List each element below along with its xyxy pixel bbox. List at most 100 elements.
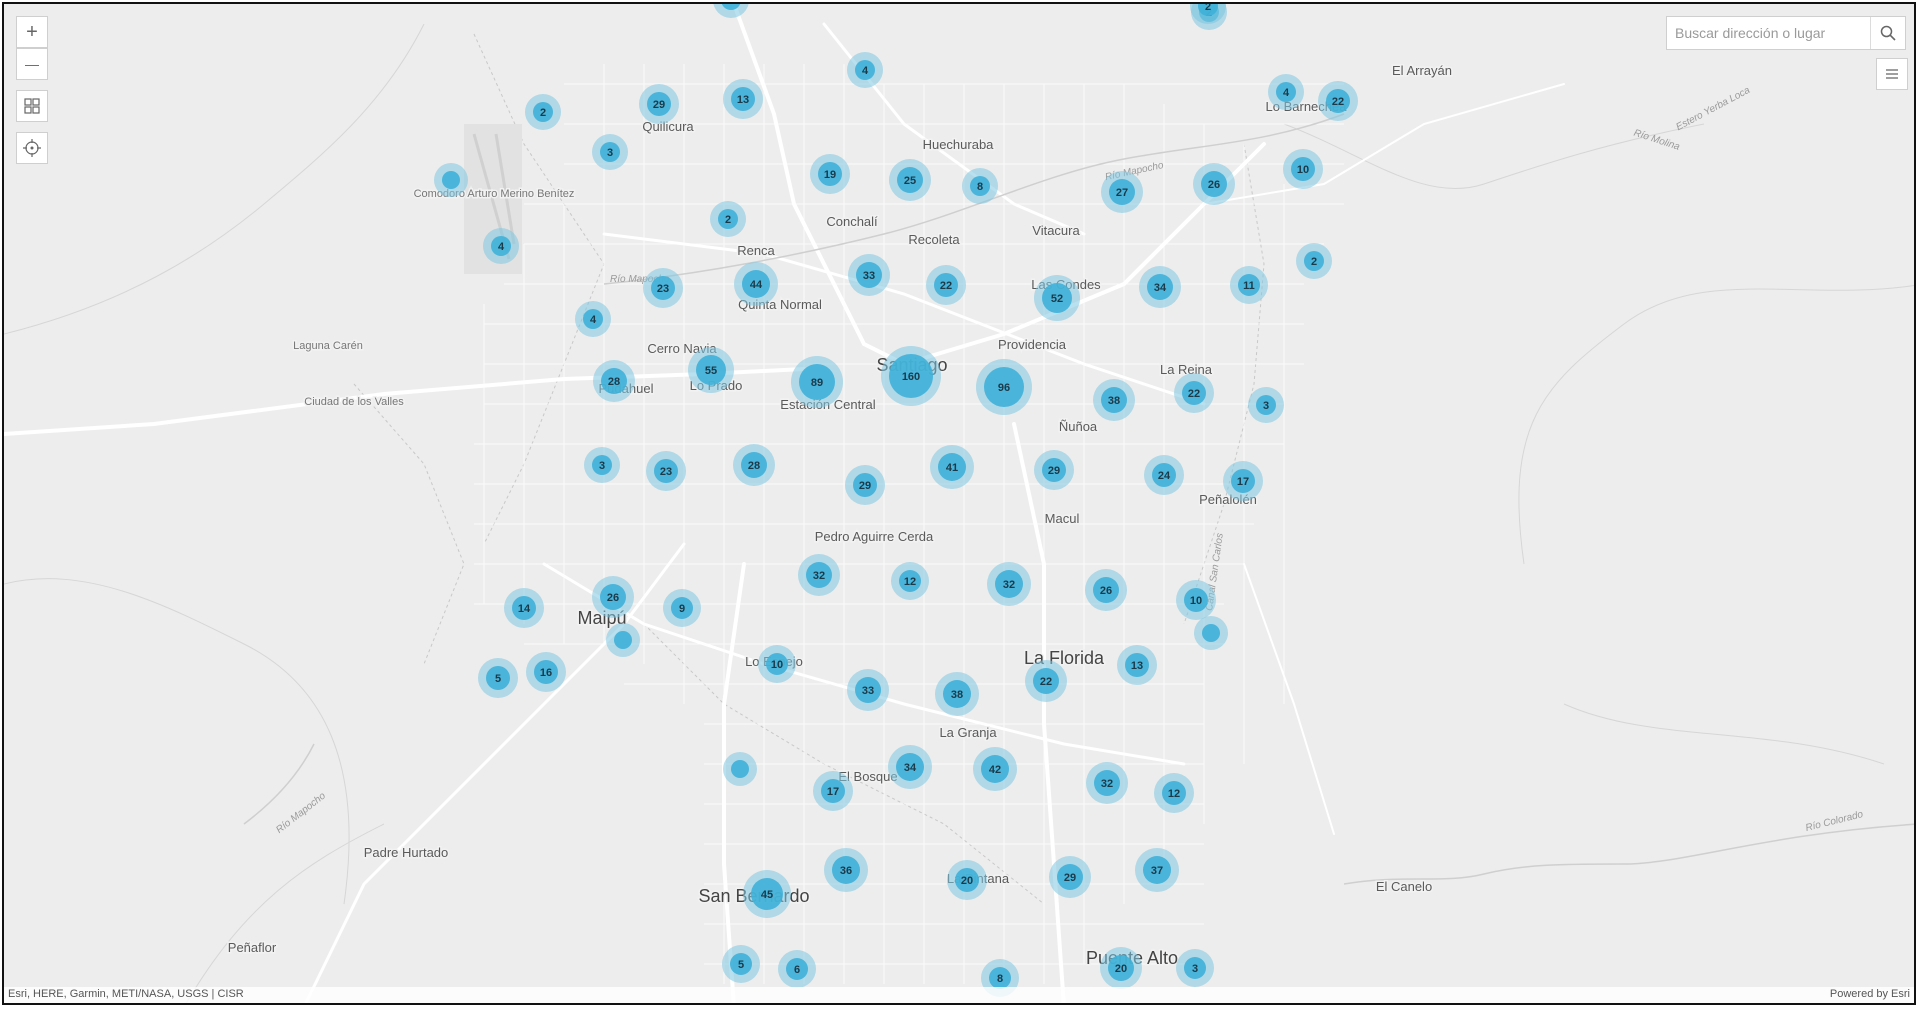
cluster-marker[interactable]: 32 <box>987 562 1031 606</box>
cluster-marker[interactable]: 11 <box>1230 266 1268 304</box>
cluster-marker[interactable]: 2 <box>1296 243 1332 279</box>
cluster-marker[interactable]: 34 <box>1139 266 1181 308</box>
cluster-marker[interactable]: 29 <box>639 84 679 124</box>
cluster-marker[interactable]: 9 <box>663 589 701 627</box>
cluster-marker[interactable]: 33 <box>847 669 889 711</box>
cluster-marker[interactable]: 22 <box>1025 660 1067 702</box>
cluster-marker[interactable]: 14 <box>504 588 544 628</box>
cluster-marker[interactable]: 3 <box>1248 387 1284 423</box>
cluster-count: 26 <box>607 592 619 604</box>
cluster-marker[interactable]: 22 <box>926 265 966 305</box>
cluster-marker[interactable]: 12 <box>1154 773 1194 813</box>
cluster-marker[interactable]: 25 <box>889 159 931 201</box>
cluster-marker[interactable]: 20 <box>1100 947 1142 989</box>
cluster-marker[interactable]: 27 <box>1101 171 1143 213</box>
cluster-marker[interactable]: 38 <box>935 672 979 716</box>
cluster-marker[interactable]: 32 <box>1086 762 1128 804</box>
cluster-marker[interactable]: 4 <box>575 301 611 337</box>
cluster-marker[interactable]: 29 <box>845 465 885 505</box>
cluster-marker[interactable]: 28 <box>593 360 635 402</box>
map-frame[interactable]: Santiago Quilicura Huechuraba Conchalí R… <box>2 2 1916 1005</box>
cluster-marker[interactable]: 17 <box>813 771 853 811</box>
cluster-count: 38 <box>1108 395 1120 407</box>
locate-button[interactable] <box>16 132 48 164</box>
cluster-marker[interactable]: 2 <box>710 201 746 237</box>
cluster-marker[interactable]: 44 <box>734 262 778 306</box>
cluster-marker[interactable]: 37 <box>1135 848 1179 892</box>
locate-icon <box>23 139 41 157</box>
cluster-marker[interactable]: 23 <box>646 451 686 491</box>
zoom-in-button[interactable]: + <box>16 16 48 48</box>
search-button[interactable] <box>1870 17 1905 49</box>
cluster-marker[interactable]: 4 <box>483 228 519 264</box>
cluster-marker[interactable]: 22 <box>1318 81 1358 121</box>
place-label: Pedro Aguirre Cerda <box>815 529 934 544</box>
cluster-marker[interactable]: 10 <box>758 645 796 683</box>
cluster-marker[interactable]: 4 <box>847 52 883 88</box>
cluster-marker[interactable]: 52 <box>1034 275 1080 321</box>
cluster-count: 5 <box>495 673 501 685</box>
cluster-marker[interactable]: 3 <box>592 134 628 170</box>
cluster-count: 6 <box>794 964 800 976</box>
cluster-marker[interactable]: 16 <box>526 652 566 692</box>
cluster-marker[interactable]: 23 <box>643 268 683 308</box>
cluster-marker[interactable]: 13 <box>723 79 763 119</box>
search-input[interactable] <box>1667 17 1870 49</box>
cluster-marker[interactable]: 41 <box>930 445 974 489</box>
cluster-marker[interactable]: 22 <box>1174 373 1214 413</box>
cluster-marker[interactable]: 17 <box>1223 461 1263 501</box>
cluster-marker[interactable]: 10 <box>1176 580 1216 620</box>
powered-by-text[interactable]: Powered by Esri <box>1830 988 1910 1000</box>
cluster-marker[interactable]: 10 <box>1283 149 1323 189</box>
cluster-marker[interactable]: 12 <box>891 562 929 600</box>
cluster-marker[interactable]: 34 <box>888 745 932 789</box>
cluster-marker[interactable]: 38 <box>1093 379 1135 421</box>
grid-icon <box>24 98 40 114</box>
cluster-marker[interactable]: 2 <box>525 94 561 130</box>
layer-list-button[interactable] <box>1876 58 1908 90</box>
zoom-out-button[interactable]: — <box>16 48 48 80</box>
cluster-marker[interactable]: 3 <box>1176 949 1214 987</box>
cluster-marker[interactable]: 29 <box>1034 450 1074 490</box>
cluster-marker[interactable]: 5 <box>478 658 518 698</box>
cluster-marker[interactable]: 4 <box>1268 74 1304 110</box>
cluster-count: 25 <box>904 175 916 187</box>
cluster-marker[interactable]: 26 <box>592 576 634 618</box>
cluster-marker[interactable]: 89 <box>791 356 843 408</box>
place-label: Peñaflor <box>228 940 277 955</box>
cluster-marker[interactable] <box>434 163 468 197</box>
cluster-marker[interactable]: 45 <box>743 870 791 918</box>
map-canvas[interactable]: Santiago Quilicura Huechuraba Conchalí R… <box>4 4 1916 1005</box>
cluster-marker[interactable]: 29 <box>1049 856 1091 898</box>
cluster-marker[interactable]: 5 <box>722 945 760 983</box>
cluster-marker[interactable]: 19 <box>810 154 850 194</box>
cluster-marker[interactable] <box>606 623 640 657</box>
cluster-marker[interactable]: 6 <box>778 950 816 988</box>
cluster-count: 3 <box>1263 400 1269 412</box>
cluster-marker[interactable]: 24 <box>1144 455 1184 495</box>
attribution-text[interactable]: Esri, HERE, Garmin, METI/NASA, USGS | CI… <box>8 988 244 1000</box>
cluster-marker[interactable]: 26 <box>1193 163 1235 205</box>
cluster-marker[interactable]: 42 <box>973 747 1017 791</box>
cluster-marker[interactable] <box>1194 616 1228 650</box>
basemap-gallery-button[interactable] <box>16 90 48 122</box>
cluster-marker[interactable]: 13 <box>1117 645 1157 685</box>
cluster-marker[interactable]: 20 <box>947 860 987 900</box>
cluster-marker[interactable] <box>723 752 757 786</box>
cluster-count: 22 <box>940 280 952 292</box>
cluster-marker[interactable]: 3 <box>584 447 620 483</box>
cluster-count: 3 <box>599 460 605 472</box>
place-label: Macul <box>1045 511 1080 526</box>
cluster-marker[interactable]: 96 <box>976 359 1032 415</box>
cluster-marker[interactable]: 160 <box>881 346 941 406</box>
cluster-marker[interactable]: 55 <box>688 347 734 393</box>
cluster-marker[interactable]: 33 <box>848 254 890 296</box>
cluster-count: 36 <box>840 865 852 877</box>
cluster-marker[interactable]: 36 <box>824 848 868 892</box>
cluster-count: 8 <box>977 181 983 193</box>
cluster-marker[interactable]: 28 <box>733 444 775 486</box>
cluster-marker[interactable]: 32 <box>798 554 840 596</box>
cluster-marker[interactable]: 8 <box>962 168 998 204</box>
cluster-marker[interactable]: 26 <box>1085 569 1127 611</box>
cluster-count: 42 <box>989 764 1001 776</box>
